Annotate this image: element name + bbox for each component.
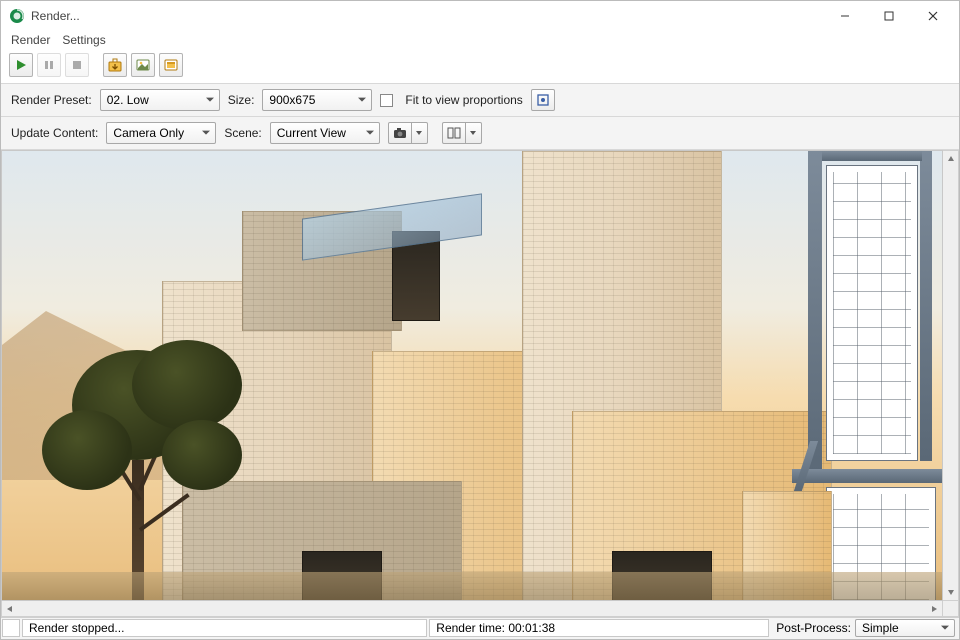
menu-render[interactable]: Render bbox=[11, 33, 50, 47]
update-content-value: Camera Only bbox=[113, 126, 184, 140]
size-label: Size: bbox=[228, 93, 255, 107]
post-process-value: Simple bbox=[862, 621, 899, 635]
compare-dropdown[interactable] bbox=[466, 122, 482, 144]
status-icon-cell bbox=[2, 619, 20, 637]
scroll-left-icon bbox=[2, 601, 18, 616]
app-icon bbox=[9, 8, 25, 24]
close-button[interactable] bbox=[911, 1, 955, 31]
render-preset-value: 02. Low bbox=[107, 93, 149, 107]
horizontal-scrollbar[interactable] bbox=[1, 601, 959, 617]
stop-button[interactable] bbox=[65, 53, 89, 77]
render-scene bbox=[2, 151, 942, 600]
vertical-scrollbar[interactable] bbox=[943, 150, 959, 601]
render-viewport[interactable] bbox=[1, 150, 943, 601]
update-content-label: Update Content: bbox=[11, 126, 98, 140]
pause-button[interactable] bbox=[37, 53, 61, 77]
render-preset-select[interactable]: 02. Low bbox=[100, 89, 220, 111]
render-preset-label: Render Preset: bbox=[11, 93, 92, 107]
viewport-area bbox=[1, 150, 959, 601]
scene-label: Scene: bbox=[224, 126, 261, 140]
fit-checkbox[interactable] bbox=[380, 93, 397, 107]
fit-label: Fit to view proportions bbox=[405, 93, 522, 107]
minimize-button[interactable] bbox=[823, 1, 867, 31]
checkbox-icon bbox=[380, 94, 393, 107]
maximize-button[interactable] bbox=[867, 1, 911, 31]
save-image-button[interactable] bbox=[103, 53, 127, 77]
size-select[interactable]: 900x675 bbox=[262, 89, 372, 111]
save-hdr-button[interactable] bbox=[159, 53, 183, 77]
play-button[interactable] bbox=[9, 53, 33, 77]
control-row-update: Update Content: Camera Only Scene: Curre… bbox=[1, 117, 959, 150]
window-title: Render... bbox=[31, 9, 823, 23]
post-process-label: Post-Process: bbox=[770, 618, 855, 639]
compare-button[interactable] bbox=[442, 122, 466, 144]
status-message: Render stopped... bbox=[22, 619, 427, 637]
scroll-right-icon bbox=[926, 601, 942, 616]
status-render-time: Render time: 00:01:38 bbox=[429, 619, 769, 637]
scene-select[interactable]: Current View bbox=[270, 122, 380, 144]
post-process-select[interactable]: Simple bbox=[855, 619, 955, 637]
pick-size-button[interactable] bbox=[531, 89, 555, 111]
titlebar: Render... bbox=[1, 1, 959, 31]
menubar: Render Settings bbox=[1, 31, 959, 51]
control-row-preset: Render Preset: 02. Low Size: 900x675 Fit… bbox=[1, 84, 959, 117]
scroll-down-icon bbox=[943, 584, 958, 600]
camera-button[interactable] bbox=[388, 122, 412, 144]
update-content-select[interactable]: Camera Only bbox=[106, 122, 216, 144]
size-value: 900x675 bbox=[269, 93, 315, 107]
scene-value: Current View bbox=[277, 126, 346, 140]
camera-dropdown[interactable] bbox=[412, 122, 428, 144]
statusbar: Render stopped... Render time: 00:01:38 … bbox=[1, 617, 959, 639]
toolbar bbox=[1, 51, 959, 84]
save-ldr-button[interactable] bbox=[131, 53, 155, 77]
menu-settings[interactable]: Settings bbox=[62, 33, 105, 47]
scroll-up-icon bbox=[943, 151, 958, 167]
